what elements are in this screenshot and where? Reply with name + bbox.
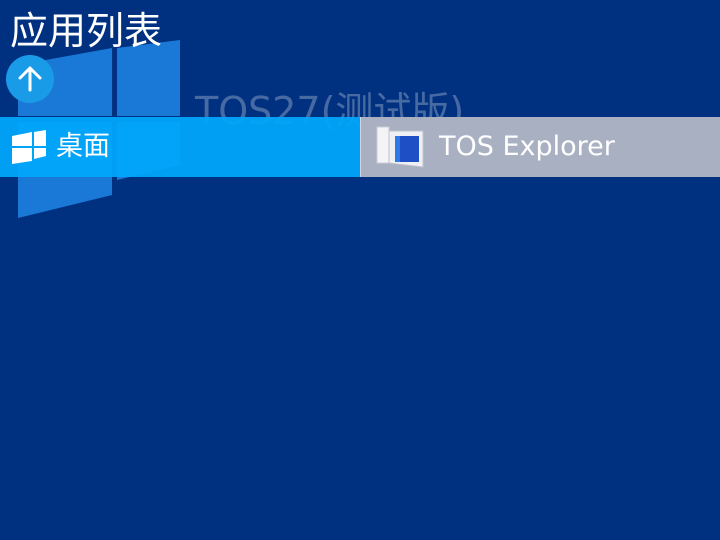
windows-logo-icon xyxy=(6,117,52,177)
app-tile-label: 桌面 xyxy=(56,131,110,162)
arrow-up-icon xyxy=(18,66,42,92)
app-list: 桌面 TOS Explorer xyxy=(0,117,720,177)
explorer-window-icon xyxy=(369,117,433,177)
app-tile-label: TOS Explorer xyxy=(439,131,615,162)
app-tile-tos-explorer[interactable]: TOS Explorer xyxy=(360,117,720,177)
page-title: 应用列表 xyxy=(10,9,163,53)
back-button[interactable] xyxy=(6,55,54,103)
app-tile-desktop[interactable]: 桌面 xyxy=(0,117,360,177)
